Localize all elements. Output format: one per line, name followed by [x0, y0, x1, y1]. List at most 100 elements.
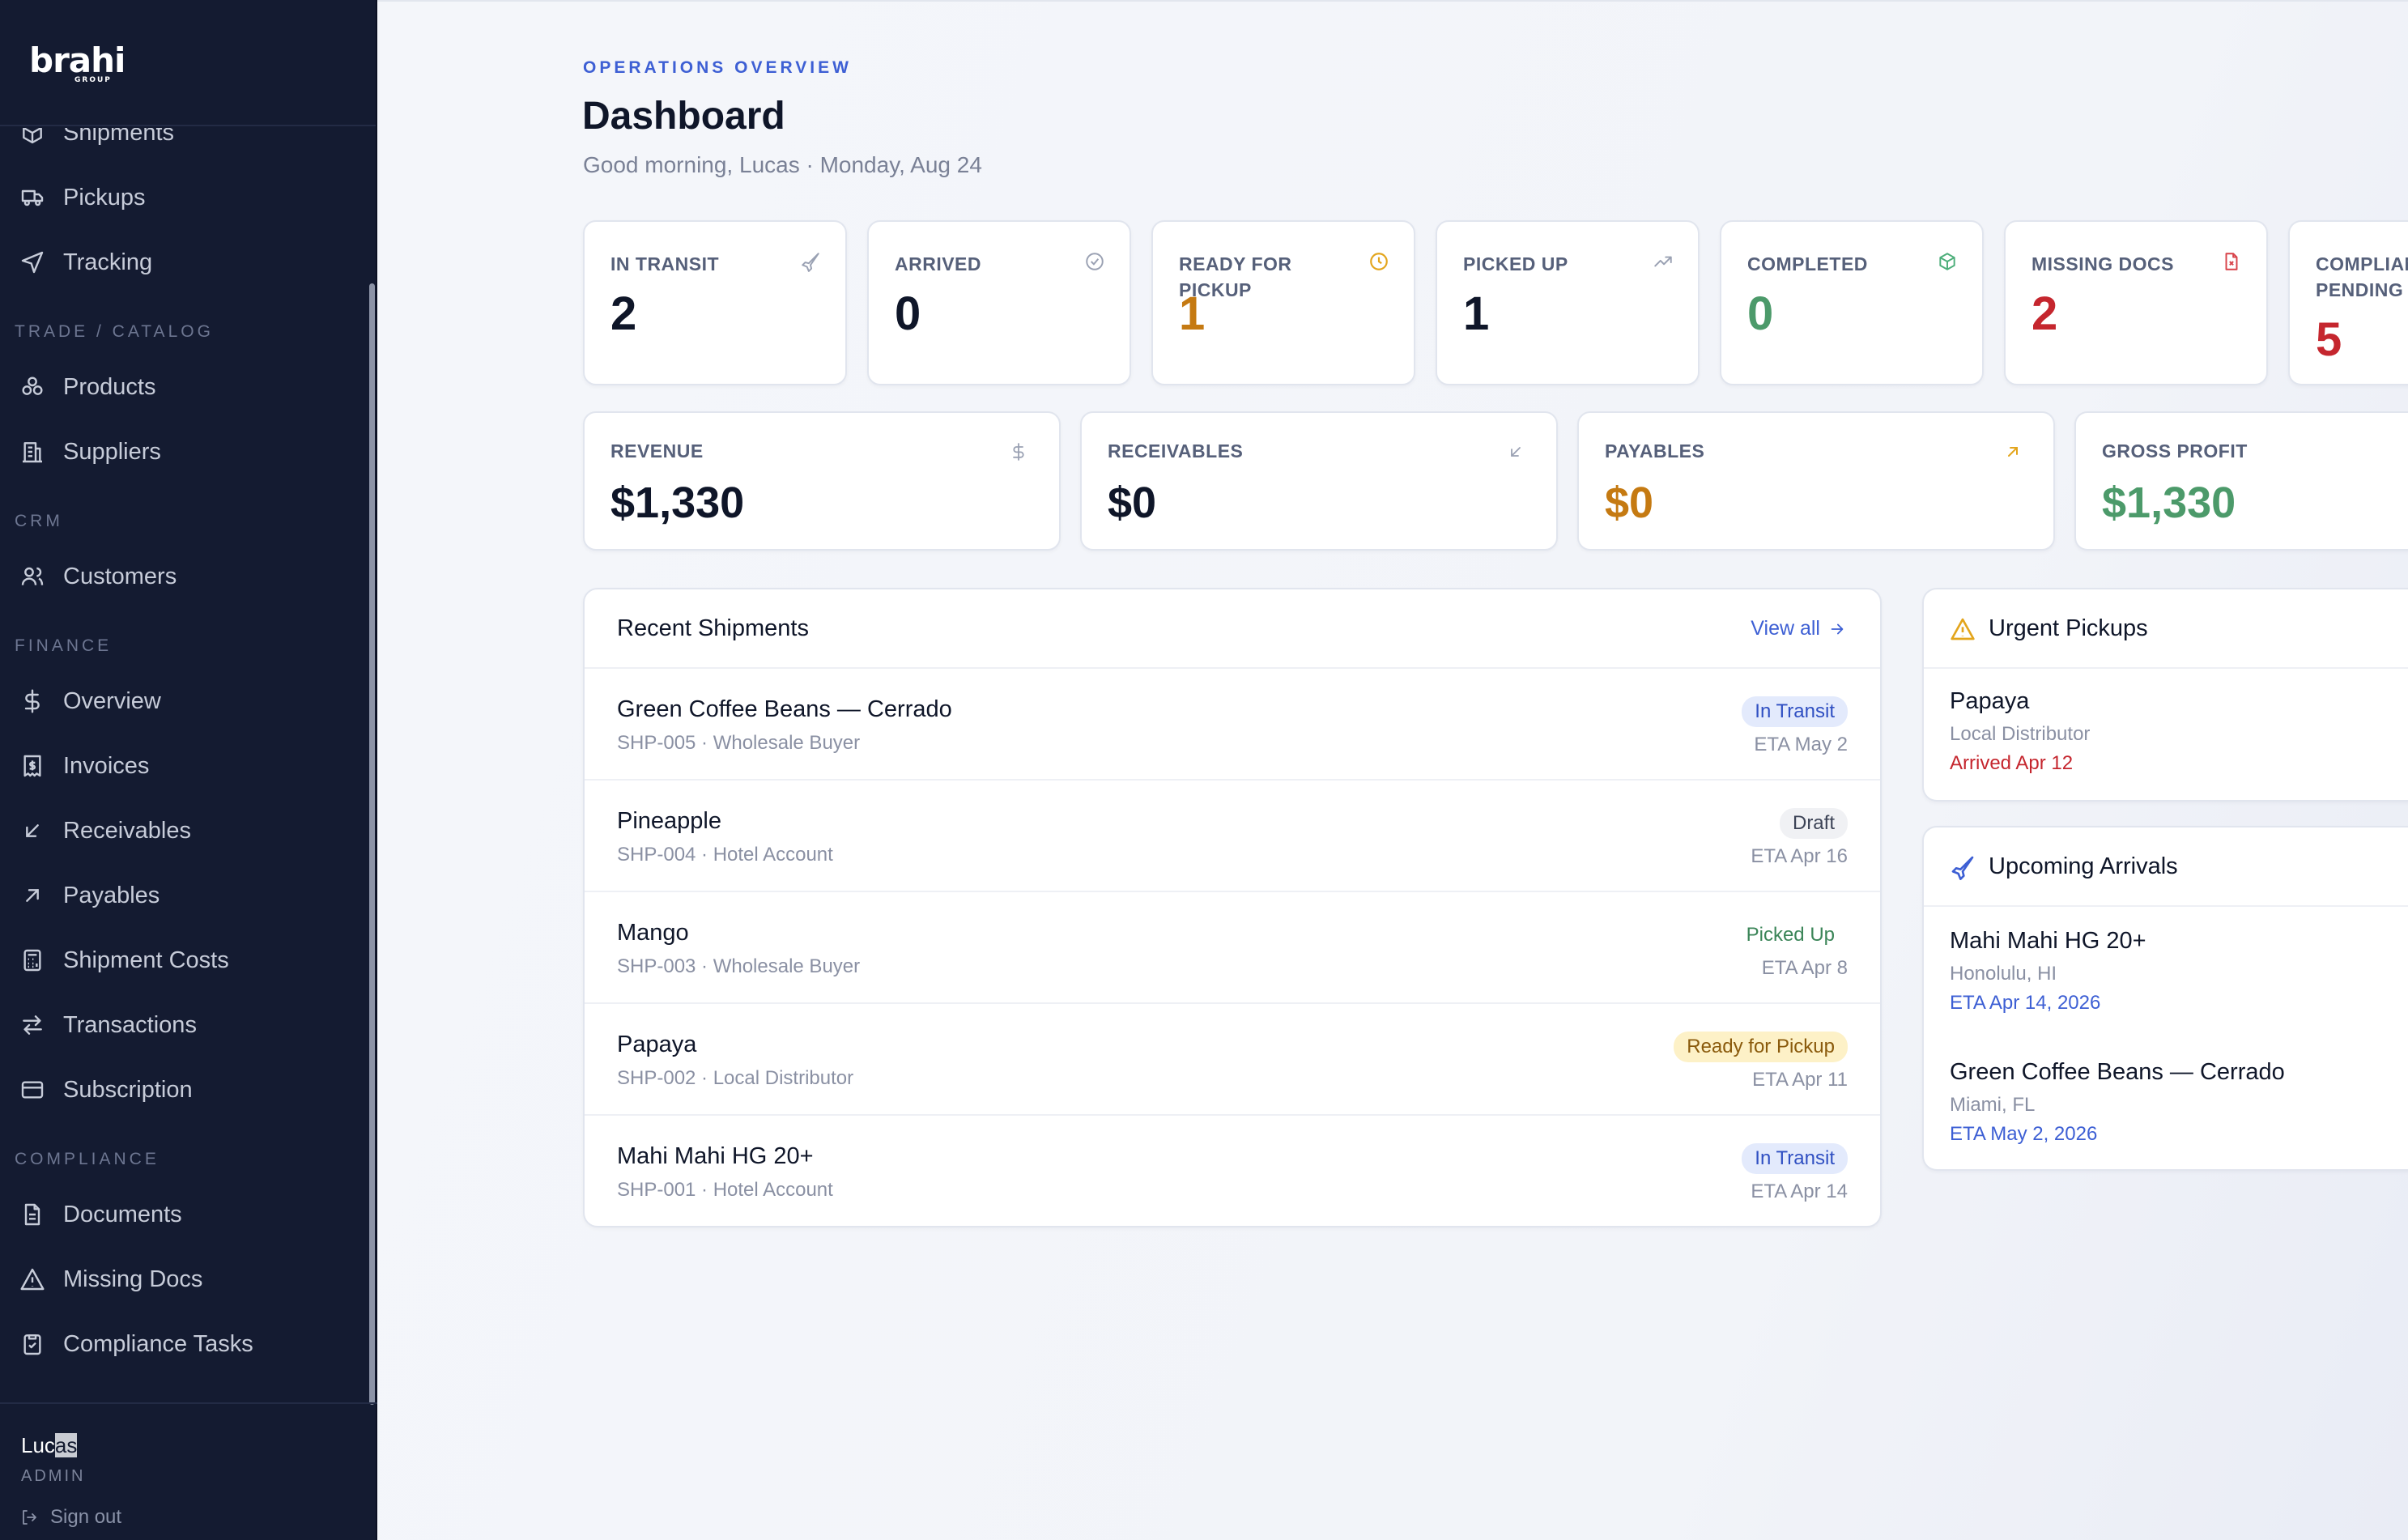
money-card-gross-profit[interactable]: GROSS PROFIT $1,330 — [2074, 411, 2408, 551]
shipment-row[interactable]: Papaya SHP-002 · Local Distributor Ready… — [585, 1004, 1880, 1116]
status-badge: Picked Up — [1733, 920, 1848, 951]
section-compliance: COMPLIANCE — [15, 1150, 160, 1168]
document-icon — [24, 1203, 40, 1226]
shipment-meta: SHP-003 · Wholesale Buyer — [617, 955, 861, 977]
item-name: Green Coffee Beans — Cerrado — [1950, 1059, 2285, 1085]
sidebar-item-customers[interactable]: Customers — [19, 552, 359, 601]
money-card-payables[interactable]: PAYABLES $0 — [1577, 411, 2055, 551]
sidebar-item-invoices[interactable]: Invoices — [19, 742, 359, 790]
warning-icon — [1951, 618, 1975, 640]
stat-card-ready-for-pickup[interactable]: READY FOR PICKUP 1 — [1151, 220, 1415, 385]
item-note: ETA May 2, 2026 — [1950, 1123, 2098, 1145]
shipment-row[interactable]: Pineapple SHP-004 · Hotel Account Draft … — [585, 781, 1880, 892]
sidebar-item-label: Invoices — [63, 752, 150, 779]
shipment-meta: SHP-004 · Hotel Account — [617, 844, 833, 866]
stat-label: COMPLETED — [1747, 253, 1868, 274]
sidebar-item-label: Suppliers — [63, 438, 161, 465]
money-label: REVENUE — [611, 440, 704, 462]
stat-label: MISSING DOCS — [2031, 253, 2174, 274]
stat-value: 2 — [611, 287, 637, 340]
money-value: $0 — [1108, 479, 1157, 527]
shipment-meta: SHP-001 · Hotel Account — [617, 1179, 833, 1201]
money-card-revenue[interactable]: REVENUE $1,330 — [583, 411, 1061, 551]
item-note: ETA Apr 14, 2026 — [1950, 992, 2101, 1014]
shipment-eta: ETA Apr 16 — [1751, 845, 1848, 867]
sign-out-button[interactable]: Sign out — [19, 1506, 121, 1529]
package-icon — [1939, 253, 1955, 270]
sidebar-item-label: Payables — [63, 882, 160, 908]
sidebar-item-documents[interactable]: Documents — [19, 1190, 359, 1239]
shipment-row[interactable]: Mango SHP-003 · Wholesale Buyer Picked U… — [585, 892, 1880, 1004]
page-title: Dashboard — [582, 95, 785, 138]
view-all-link[interactable]: View all — [1751, 617, 1846, 640]
shipment-name: Papaya — [617, 1032, 697, 1057]
sidebar-item-label: Tracking — [63, 249, 153, 275]
clock-icon — [1370, 253, 1388, 270]
stat-card-in-transit[interactable]: IN TRANSIT 2 — [583, 220, 847, 385]
warning-icon — [20, 1268, 45, 1291]
sidebar-item-receivables[interactable]: Receivables — [19, 806, 359, 855]
sidebar-item-label: Overview — [63, 687, 161, 714]
stat-value: 1 — [1179, 287, 1206, 340]
navigation-icon — [21, 251, 44, 274]
shipment-row[interactable]: Mahi Mahi HG 20+ SHP-001 · Hotel Account… — [585, 1116, 1880, 1226]
log-out-icon — [23, 1510, 36, 1525]
section-trade-catalog: TRADE / CATALOG — [15, 322, 214, 341]
sidebar-scrollbar[interactable] — [369, 283, 375, 1405]
panel-title-group: Upcoming Arrivals — [1950, 853, 2178, 880]
shipment-name: Mahi Mahi HG 20+ — [617, 1143, 814, 1169]
stat-card-arrived[interactable]: ARRIVED 0 — [867, 220, 1131, 385]
arrival-item[interactable]: Mahi Mahi HG 20+ Honolulu, HI ETA Apr 14… — [1950, 928, 2146, 1015]
money-card-receivables[interactable]: RECEIVABLES $0 — [1080, 411, 1558, 551]
item-sub: Local Distributor — [1950, 723, 2091, 745]
stat-card-compliance-pending[interactable]: COMPLIANCE PENDING 5 — [2288, 220, 2408, 385]
sidebar-item-label: Missing Docs — [63, 1266, 203, 1292]
sidebar-item-shipments[interactable]: Shipments — [19, 128, 359, 157]
sidebar-item-transactions[interactable]: Transactions — [19, 1001, 359, 1049]
dollar-icon — [24, 689, 40, 713]
sidebar-item-payables[interactable]: Payables — [19, 871, 359, 920]
stat-card-picked-up[interactable]: PICKED UP 1 — [1436, 220, 1700, 385]
sidebar-item-products[interactable]: Products — [19, 363, 359, 411]
shipment-eta: ETA Apr 14 — [1751, 1181, 1848, 1202]
stat-card-completed[interactable]: COMPLETED 0 — [1720, 220, 1984, 385]
arrow-down-left-icon — [26, 824, 39, 837]
money-label: GROSS PROFIT — [2102, 440, 2248, 462]
item-sub: Honolulu, HI — [1950, 963, 2057, 985]
shipment-name: Pineapple — [617, 808, 721, 834]
shipment-eta: ETA May 2 — [1754, 734, 1848, 755]
stat-card-missing-docs[interactable]: MISSING DOCS 2 — [2004, 220, 2268, 385]
status-badge: Draft — [1779, 808, 1848, 839]
urgent-pickup-item[interactable]: Papaya Local Distributor Arrived Apr 12 — [1950, 688, 2090, 775]
sidebar-item-overview[interactable]: Overview — [19, 677, 359, 725]
sidebar-item-tracking[interactable]: Tracking — [19, 238, 359, 287]
sidebar-item-label: Transactions — [63, 1011, 197, 1038]
greeting: Good morning, Lucas · Monday, Aug 24 — [583, 152, 982, 177]
sidebar-item-pickups[interactable]: Pickups — [19, 173, 359, 222]
stat-label: PICKED UP — [1463, 253, 1568, 274]
sidebar-item-compliance-tasks[interactable]: Compliance Tasks — [19, 1320, 359, 1368]
user-name: Lucas — [21, 1433, 78, 1458]
credit-card-icon — [21, 1081, 44, 1099]
stat-value: 5 — [2316, 313, 2342, 366]
sidebar-item-subscription[interactable]: Subscription — [19, 1066, 359, 1114]
arrival-item[interactable]: Green Coffee Beans — Cerrado Miami, FL E… — [1950, 1059, 2285, 1146]
building-icon — [23, 442, 42, 463]
logo[interactable]: brahi GROUP — [0, 0, 376, 126]
panel-title: Recent Shipments — [617, 615, 809, 641]
clipboard-check-icon — [23, 1334, 41, 1355]
money-value: $1,330 — [611, 479, 745, 527]
sidebar-item-missing-docs[interactable]: Missing Docs — [19, 1255, 359, 1304]
logo-sub: GROUP — [74, 76, 112, 84]
trending-up-icon — [1654, 256, 1672, 267]
sidebar-item-label: Subscription — [63, 1076, 193, 1103]
stat-value: 0 — [1747, 287, 1774, 340]
shipment-row[interactable]: Green Coffee Beans — Cerrado SHP-005 · W… — [585, 669, 1880, 781]
plane-icon — [802, 253, 819, 272]
products-icon — [22, 376, 43, 395]
user-name-part: Luc — [21, 1433, 55, 1457]
swap-icon — [23, 1015, 42, 1035]
sidebar-item-label: Shipments — [63, 128, 175, 146]
sidebar-item-suppliers[interactable]: Suppliers — [19, 428, 359, 476]
sidebar-item-shipment-costs[interactable]: Shipment Costs — [19, 936, 359, 985]
